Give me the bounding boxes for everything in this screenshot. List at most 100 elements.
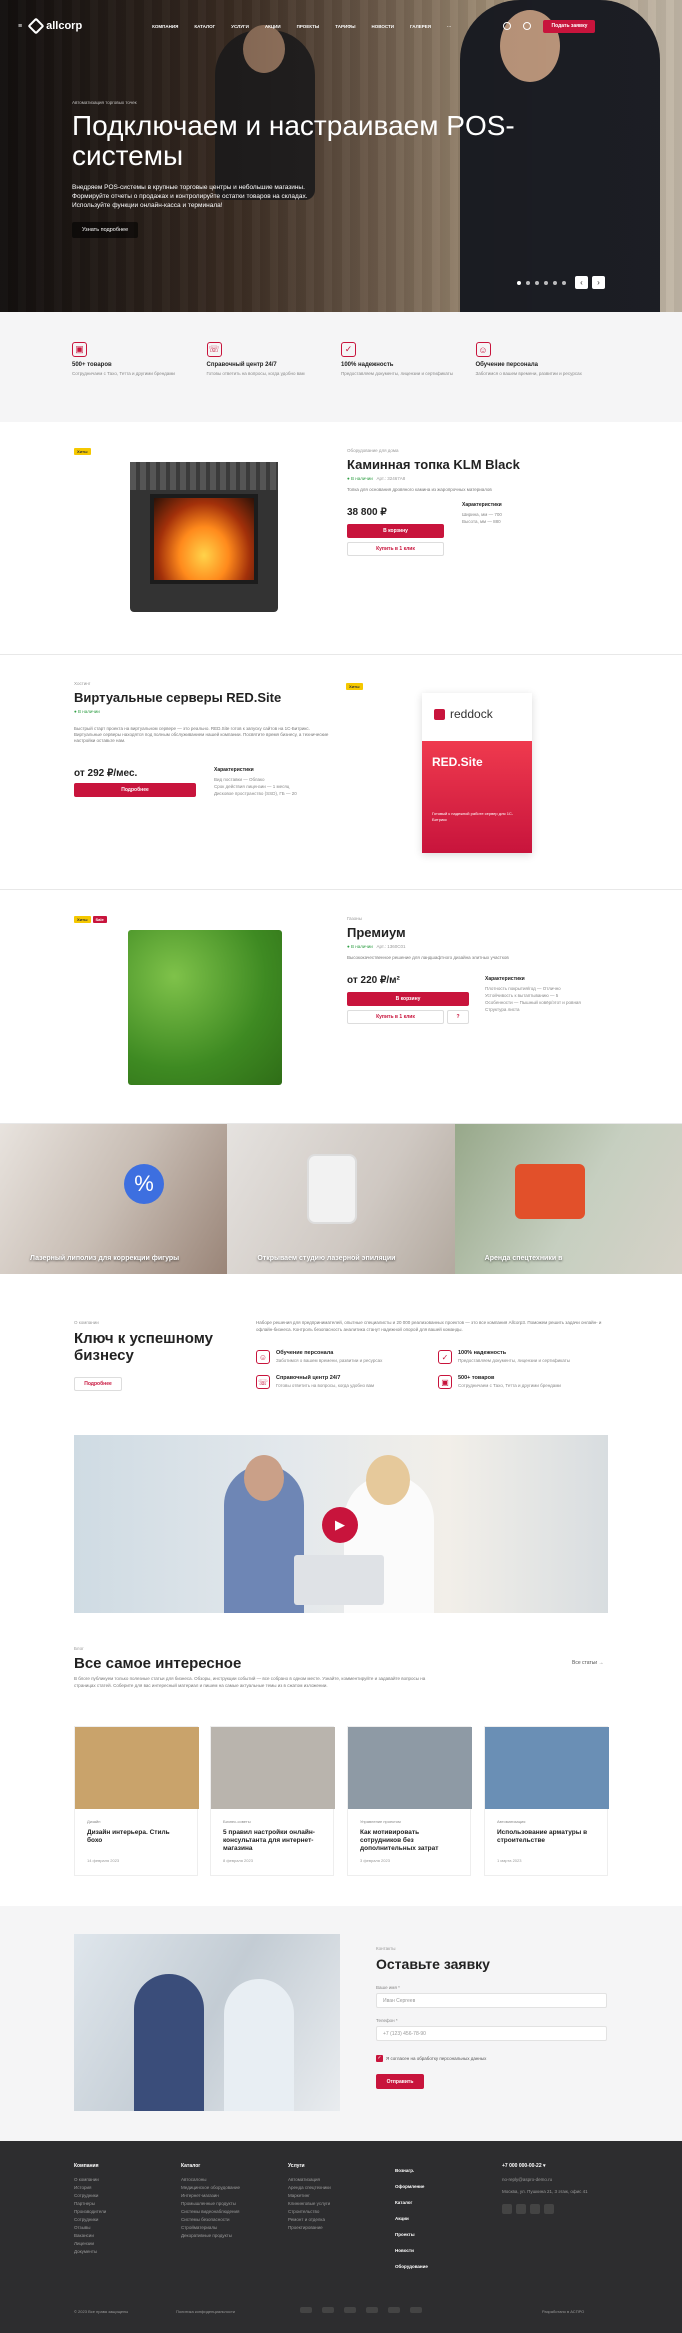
developer-credit[interactable]: Разработано в АСПРО	[542, 2309, 584, 2314]
footer-link[interactable]: Промышленные продукты	[181, 2200, 240, 2208]
footer-link[interactable]: Проекты	[395, 2227, 428, 2243]
footer-link[interactable]: История	[74, 2184, 106, 2192]
menu-item-tariffs[interactable]: ТАРИФЫ	[335, 24, 355, 29]
footer-email[interactable]: no-reply@aspro-demo.ru	[502, 2176, 612, 2184]
agree-checkbox[interactable]: ✓	[376, 2055, 383, 2062]
footer-link[interactable]: Декоративные продукты	[181, 2232, 240, 2240]
blog-card[interactable]: Управление проектом Как мотивировать сотр…	[347, 1726, 472, 1876]
product-title[interactable]: Премиум	[347, 925, 537, 940]
blog-card[interactable]: Дизайн Дизайн интерьера. Стиль бохо 14 фев…	[74, 1726, 199, 1876]
buy-one-click-button[interactable]: Купить в 1 клик	[347, 542, 444, 556]
next-slide-icon[interactable]: ›	[592, 276, 605, 289]
menu-burger-icon[interactable]: ≡	[18, 23, 22, 30]
footer-phone[interactable]: +7 000 000-00-22 ▾	[502, 2163, 612, 2169]
footer-link[interactable]: Системы видеонаблюдения	[181, 2208, 240, 2216]
more-button[interactable]: Подробнее	[74, 783, 196, 797]
feature-item: ✓ 100% надежность Предоставляем документы,…	[341, 342, 453, 376]
check-icon: ✓	[341, 342, 356, 357]
menu-item-sales[interactable]: АКЦИИ	[265, 24, 281, 29]
add-to-cart-button[interactable]: В корзину	[347, 524, 444, 538]
footer-link[interactable]: Маркетинг	[288, 2192, 331, 2200]
footer-link[interactable]: Лицензии	[74, 2240, 106, 2248]
footer-link[interactable]: Партнеры	[74, 2200, 106, 2208]
name-field[interactable]: Иван Сергеев	[376, 1993, 607, 2008]
payment-icon	[322, 2307, 334, 2313]
blog-card[interactable]: Бизнес-советы 5 правил настройки онлайн-к…	[210, 1726, 335, 1876]
slider-dot[interactable]	[517, 281, 521, 285]
slider-dot[interactable]	[562, 281, 566, 285]
slider-dot[interactable]	[526, 281, 530, 285]
phone-field[interactable]: +7 (123) 456-78-90	[376, 2026, 607, 2041]
footer-link[interactable]: Акции	[395, 2211, 428, 2227]
youtube-icon[interactable]	[530, 2204, 540, 2214]
footer-link[interactable]: Строительство	[288, 2208, 331, 2216]
footer-link[interactable]: Интернет-магазин	[181, 2192, 240, 2200]
form-photo	[74, 1934, 340, 2111]
footer-link[interactable]: Вознагр.	[395, 2163, 428, 2179]
footer-link[interactable]: Оформление	[395, 2179, 428, 2195]
footer-link[interactable]: Системы безопасности	[181, 2216, 240, 2224]
slider-dot[interactable]	[535, 281, 539, 285]
footer-link[interactable]: Медицинское оборудование	[181, 2184, 240, 2192]
hero-more-button[interactable]: Узнать подробнее	[72, 222, 139, 238]
menu-item-company[interactable]: КОМПАНИЯ	[152, 24, 178, 29]
promo-banner[interactable]: Открываем студию лазерной эпиляции	[227, 1124, 455, 1274]
footer-link[interactable]: Автосалоны	[181, 2176, 240, 2184]
blog-card[interactable]: Автоматизация Использование арматуры в ст…	[484, 1726, 609, 1876]
box-icon: ▣	[438, 1375, 452, 1389]
footer-link[interactable]: О компании	[74, 2176, 106, 2184]
footer-link[interactable]: Документы	[74, 2248, 106, 2256]
menu-item-projects[interactable]: ПРОЕКТЫ	[297, 24, 320, 29]
footer-link[interactable]: Сотрудники	[74, 2216, 106, 2224]
about-more-button[interactable]: Подробнее	[74, 1377, 122, 1391]
features-strip: ▣ 500+ товаров Сотрудничаем с Тахо, Тетта …	[0, 312, 682, 422]
promo-banner[interactable]: % Лазерный липолиз для коррекции фигуры	[0, 1124, 228, 1274]
telegram-icon[interactable]	[516, 2204, 526, 2214]
device-icon	[307, 1154, 358, 1224]
footer-link[interactable]: Клининговые услуги	[288, 2200, 331, 2208]
buy-one-click-button[interactable]: Купить в 1 клик	[347, 1010, 444, 1024]
slider-dot[interactable]	[553, 281, 557, 285]
about-feature: ☏ Справочный центр 24/7 Готовы ответить на…	[256, 1375, 375, 1389]
vk-icon[interactable]	[502, 2204, 512, 2214]
globe-icon[interactable]	[503, 22, 512, 30]
menu-item-news[interactable]: НОВОСТИ	[372, 24, 395, 29]
menu-item-catalog[interactable]: КАТАЛОГ	[194, 24, 215, 29]
footer-link[interactable]: Автоматизация	[288, 2176, 331, 2184]
menu-item-services[interactable]: УСЛУГИ	[231, 24, 249, 29]
hero-banner: ≡ allcorp КОМПАНИЯ КАТАЛОГ УСЛУГИ АКЦИИ …	[0, 0, 682, 312]
footer-link[interactable]: Аренда спецтехники	[288, 2184, 331, 2192]
promo-banner[interactable]: Аренда спецтехники в	[454, 1124, 682, 1274]
logo[interactable]: allcorp	[27, 17, 82, 35]
menu-item-more[interactable]: ···	[447, 24, 452, 29]
footer-link[interactable]: Каталог	[395, 2195, 428, 2211]
footer-link[interactable]: Оборудование	[395, 2259, 428, 2275]
promo-banners: % Лазерный липолиз для коррекции фигуры …	[0, 1124, 682, 1274]
add-to-cart-button[interactable]: В корзину	[347, 992, 469, 1006]
all-articles-link[interactable]: Все статьи →	[572, 1660, 604, 1666]
footer-link[interactable]: Сотрудники	[74, 2192, 106, 2200]
footer-link[interactable]: Ремонт и отделка	[288, 2216, 331, 2224]
help-icon[interactable]: ?	[447, 1010, 469, 1024]
odnoklassniki-icon[interactable]	[544, 2204, 554, 2214]
product-title[interactable]: Виртуальные серверы RED.Site	[74, 690, 304, 705]
footer-link[interactable]: Вакансии	[74, 2232, 106, 2240]
slider-dot[interactable]	[544, 281, 548, 285]
product-title[interactable]: Каминная топка KLM Black	[347, 457, 537, 472]
footer-link[interactable]: Стройматериалы	[181, 2224, 240, 2232]
prev-slide-icon[interactable]: ‹	[575, 276, 588, 289]
policy-link[interactable]: Политика конфиденциальности	[176, 2309, 235, 2314]
request-button[interactable]: Подать заявку	[543, 19, 596, 33]
instock-label: ● В наличии	[347, 944, 373, 949]
footer-link[interactable]: Производители	[74, 2208, 106, 2216]
footer-link[interactable]: Отзывы	[74, 2224, 106, 2232]
feature-item: ▣ 500+ товаров Сотрудничаем с Тахо, Тетта …	[72, 342, 175, 376]
check-icon: ✓	[438, 1350, 452, 1364]
search-icon[interactable]	[523, 22, 532, 30]
hit-badge: Хиты	[346, 683, 363, 690]
footer-link[interactable]: Новости	[395, 2243, 428, 2259]
instock-label: ● В наличии	[74, 709, 100, 714]
footer-link[interactable]: Проектирование	[288, 2224, 331, 2232]
menu-item-gallery[interactable]: ГАЛЕРЕЯ	[410, 24, 431, 29]
submit-button[interactable]: Отправить	[376, 2074, 424, 2089]
